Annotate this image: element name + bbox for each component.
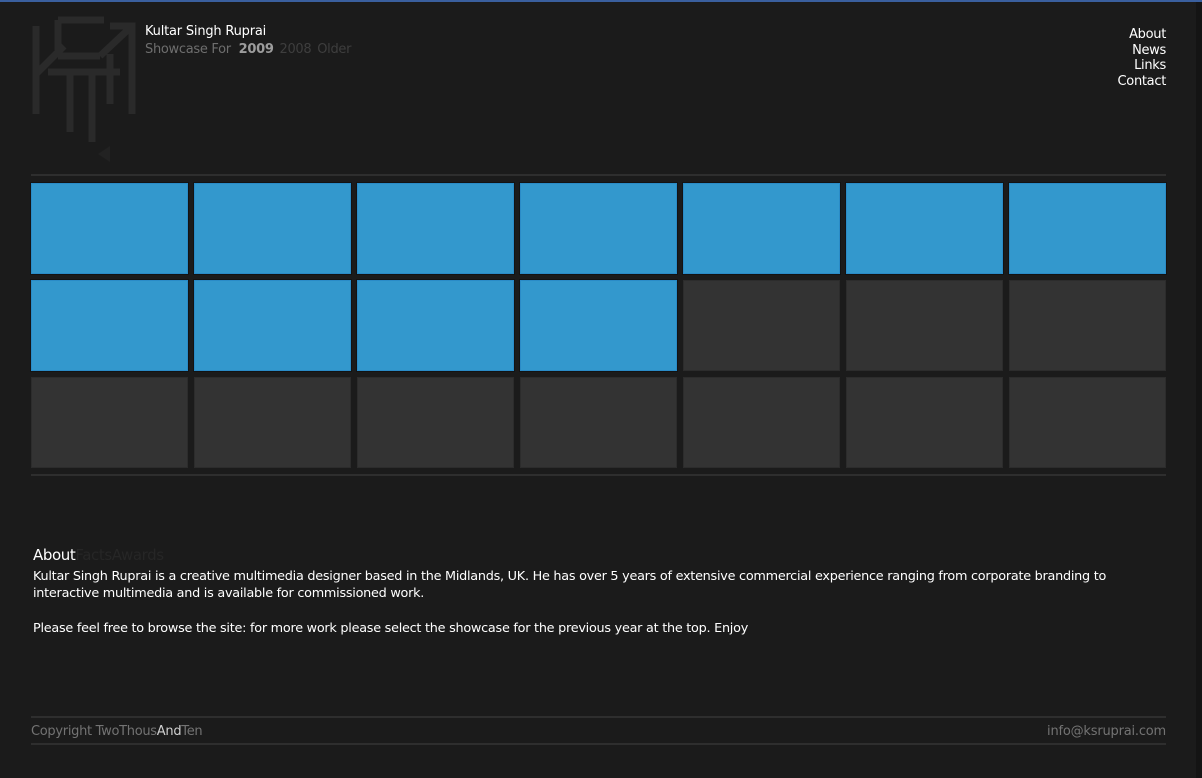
about-paragraph-2: Please feel free to browse the site: for… (33, 621, 749, 636)
showcase-thumbnail[interactable] (31, 280, 188, 371)
tab-facts[interactable]: Facts (75, 546, 112, 564)
divider-bottom (31, 474, 1166, 476)
showcase-thumbnail[interactable] (357, 280, 514, 371)
divider-top (31, 174, 1166, 176)
empty-thumbnail-slot (1009, 280, 1166, 371)
empty-thumbnail-slot (1009, 377, 1166, 468)
empty-thumbnail-slot (683, 280, 840, 371)
copyright: Copyright TwoThousAndTen (31, 724, 203, 739)
about-paragraph-1: Kultar Singh Ruprai is a creative multim… (33, 569, 1107, 601)
empty-thumbnail-slot (846, 377, 1003, 468)
showcase-label: Showcase For (145, 42, 231, 57)
ksr-monogram-logo-icon[interactable] (28, 14, 140, 164)
empty-thumbnail-slot (520, 377, 677, 468)
year-2009-link[interactable]: 2009 (239, 42, 274, 57)
showcase-thumbnail[interactable] (683, 183, 840, 274)
empty-thumbnail-slot (31, 377, 188, 468)
nav-contact[interactable]: Contact (1118, 74, 1167, 90)
empty-thumbnail-slot (194, 377, 351, 468)
copyright-prefix: Copyright TwoThous (31, 724, 157, 739)
page-edge (1196, 2, 1202, 778)
tab-about[interactable]: About (33, 546, 76, 564)
empty-thumbnail-slot (846, 280, 1003, 371)
footer-divider-top (31, 716, 1166, 718)
site-title: Kultar Singh Ruprai (145, 24, 267, 39)
empty-thumbnail-slot (357, 377, 514, 468)
nav-about[interactable]: About (1118, 27, 1166, 43)
about-section: AboutFactsAwards Kultar Singh Ruprai is … (33, 546, 1173, 637)
copyright-suffix: Ten (181, 724, 203, 739)
tab-awards[interactable]: Awards (112, 546, 164, 564)
about-tabs: AboutFactsAwards (33, 546, 1173, 568)
showcase-thumbnail[interactable] (194, 183, 351, 274)
showcase-thumbnail[interactable] (194, 280, 351, 371)
showcase-thumbnail[interactable] (846, 183, 1003, 274)
showcase-thumbnail[interactable] (357, 183, 514, 274)
showcase-thumbnail[interactable] (520, 280, 677, 371)
email-link[interactable]: info@ksruprai.com (1047, 724, 1166, 739)
nav-links[interactable]: Links (1118, 58, 1166, 74)
footer-divider-bottom (31, 743, 1166, 745)
older-link[interactable]: Older (317, 42, 351, 57)
year-2008-link[interactable]: 2008 (279, 42, 311, 57)
nav-news[interactable]: News (1118, 43, 1166, 59)
showcase-year-selector: Showcase For 2009 2008 Older (145, 42, 351, 57)
copyright-highlight: And (156, 724, 182, 739)
showcase-grid (31, 183, 1166, 468)
showcase-thumbnail[interactable] (1009, 183, 1166, 274)
empty-thumbnail-slot (683, 377, 840, 468)
main-nav: About News Links Contact (1118, 27, 1167, 90)
showcase-thumbnail[interactable] (520, 183, 677, 274)
showcase-thumbnail[interactable] (31, 183, 188, 274)
